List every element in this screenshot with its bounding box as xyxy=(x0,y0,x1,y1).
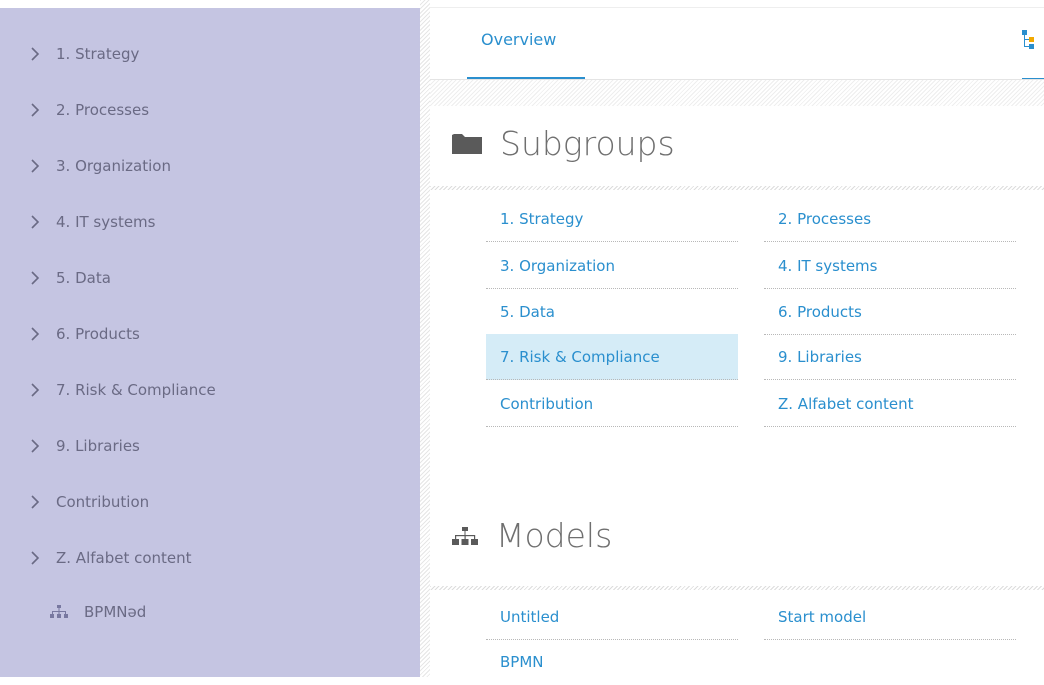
sidebar-item-label: Z. Alfabet content xyxy=(56,549,192,567)
subgroup-link[interactable]: Z. Alfabet content xyxy=(764,381,1016,427)
subgroup-link-highlighted[interactable]: 7. Risk & Compliance xyxy=(486,334,738,380)
chevron-right-icon xyxy=(30,271,42,285)
top-border xyxy=(430,7,1044,8)
sidebar-item-products[interactable]: 6. Products xyxy=(30,319,140,349)
tab-overview[interactable]: Overview xyxy=(467,22,585,80)
model-hierarchy-icon xyxy=(452,516,478,555)
subgroup-link[interactable]: 3. Organization xyxy=(486,243,738,289)
link-label: Z. Alfabet content xyxy=(778,394,914,413)
tree-view-icon[interactable] xyxy=(1022,30,1044,56)
sidebar-item-label: 2. Processes xyxy=(56,101,150,119)
chevron-right-icon xyxy=(30,159,42,173)
sidebar-item-label: 1. Strategy xyxy=(56,45,140,63)
link-label: 9. Libraries xyxy=(778,347,862,366)
section-title: Models xyxy=(496,516,613,555)
chevron-right-icon xyxy=(30,103,42,117)
model-link[interactable]: Untitled xyxy=(486,594,738,640)
sidebar-item-label: Contribution xyxy=(56,493,150,511)
sidebar-item-processes[interactable]: 2. Processes xyxy=(30,95,149,125)
main-panel: Overview Subgroups 1. Strategy 2. Proces… xyxy=(430,0,1044,677)
sidebar-item-label: 3. Organization xyxy=(56,157,171,175)
link-label: 7. Risk & Compliance xyxy=(500,347,660,366)
chevron-right-icon xyxy=(30,47,42,61)
link-label: Untitled xyxy=(500,607,560,626)
section-divider xyxy=(430,186,1044,190)
sidebar-item-strategy[interactable]: 1. Strategy xyxy=(30,39,139,69)
subgroup-link[interactable]: 2. Processes xyxy=(764,196,1016,242)
sidebar-item-alfabet-content[interactable]: Z. Alfabet content xyxy=(30,543,192,573)
model-link[interactable]: Start model xyxy=(764,594,1016,640)
subgroup-link[interactable]: 1. Strategy xyxy=(486,196,738,242)
subgroup-link[interactable]: Contribution xyxy=(486,381,738,427)
sidebar-item-bpmn-model[interactable]: BPMNəd xyxy=(50,597,146,627)
sidebar-item-label: 7. Risk & Compliance xyxy=(56,381,216,399)
sidebar-item-label: BPMNəd xyxy=(84,603,147,621)
link-label: 5. Data xyxy=(500,302,555,321)
link-label: BPMN xyxy=(500,653,544,671)
subgroups-heading: Subgroups xyxy=(452,124,675,163)
model-hierarchy-icon xyxy=(50,605,68,619)
sidebar-item-it-systems[interactable]: 4. IT systems xyxy=(30,207,155,237)
chevron-right-icon xyxy=(30,495,42,509)
sidebar-item-libraries[interactable]: 9. Libraries xyxy=(30,431,140,461)
subgroup-link[interactable]: 6. Products xyxy=(764,289,1016,335)
link-label: 3. Organization xyxy=(500,256,615,275)
sidebar-item-label: 9. Libraries xyxy=(56,437,140,455)
sidebar-item-organization[interactable]: 3. Organization xyxy=(30,151,171,181)
link-label: Start model xyxy=(778,607,867,626)
sidebar-item-risk-compliance[interactable]: 7. Risk & Compliance xyxy=(30,375,216,405)
sidebar: 1. Strategy 2. Processes 3. Organization… xyxy=(0,8,420,677)
chevron-right-icon xyxy=(30,327,42,341)
folder-icon xyxy=(452,124,482,163)
model-link[interactable]: BPMN xyxy=(486,639,738,685)
subgroup-link[interactable]: 9. Libraries xyxy=(764,334,1016,380)
hatch-band xyxy=(430,80,1044,106)
sidebar-item-contribution[interactable]: Contribution xyxy=(30,487,149,517)
sidebar-item-data[interactable]: 5. Data xyxy=(30,263,111,293)
sidebar-item-label: 6. Products xyxy=(56,325,140,343)
chevron-right-icon xyxy=(30,551,42,565)
link-label: 4. IT systems xyxy=(778,256,878,275)
link-label: 2. Processes xyxy=(778,209,872,228)
models-heading: Models xyxy=(452,516,612,555)
chevron-right-icon xyxy=(30,383,42,397)
section-divider xyxy=(430,586,1044,590)
subgroup-link[interactable]: 4. IT systems xyxy=(764,243,1016,289)
link-label: Contribution xyxy=(500,394,594,413)
chevron-right-icon xyxy=(30,439,42,453)
section-title: Subgroups xyxy=(500,124,675,163)
sidebar-item-label: 5. Data xyxy=(56,269,111,287)
sidebar-item-label: 4. IT systems xyxy=(56,213,156,231)
splitter[interactable] xyxy=(420,0,430,677)
link-label: 6. Products xyxy=(778,302,862,321)
link-label: 1. Strategy xyxy=(500,209,584,228)
tab-label: Overview xyxy=(481,30,557,49)
chevron-right-icon xyxy=(30,215,42,229)
subgroup-link[interactable]: 5. Data xyxy=(486,289,738,335)
